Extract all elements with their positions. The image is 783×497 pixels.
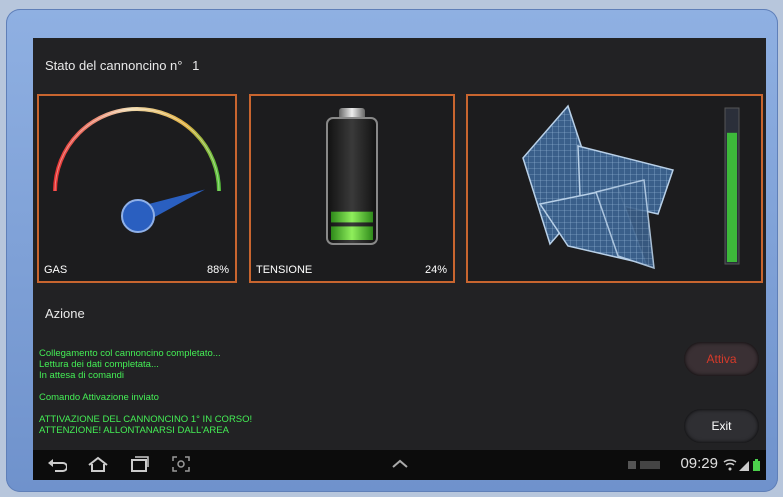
back-icon[interactable] [47, 455, 67, 473]
home-icon[interactable] [87, 455, 109, 473]
gas-value: 88% [206, 264, 229, 276]
chevron-up-icon[interactable] [390, 455, 410, 473]
section-title: Azione [45, 306, 85, 321]
status-icons [723, 459, 760, 471]
event-log: Collegamento col cannoncino completato..… [39, 348, 252, 436]
page-title: Stato del cannoncino n° 1 [45, 58, 199, 73]
solar-panels-icon [522, 104, 740, 270]
recent-apps-icon[interactable] [129, 455, 149, 473]
system-nav-bar: 09:29 [33, 450, 766, 480]
activate-button[interactable]: Attiva [684, 342, 759, 376]
wifi-icon [723, 459, 737, 471]
voltage-panel: TENSIONE 24% [249, 94, 455, 283]
log-line: Comando Attivazione inviato [39, 392, 159, 403]
log-line: ATTIVAZIONE DEL CANNONCINO 1° IN CORSO! [39, 414, 253, 425]
signal-level-bar [727, 132, 737, 262]
exit-button[interactable]: Exit [684, 409, 759, 443]
voltage-value: 24% [424, 264, 447, 276]
solar-panel [466, 94, 763, 283]
voltage-label: TENSIONE [256, 264, 313, 276]
title-text: Stato del cannoncino n° [45, 58, 183, 73]
battery-gauge-icon [326, 108, 378, 245]
log-line: Lettura dei dati completata... [39, 359, 159, 370]
signal-icon [739, 461, 749, 471]
app-screen: Stato del cannoncino n° 1 GAS 88% TENSIO… [33, 38, 766, 480]
clock: 09:29 [680, 455, 718, 472]
battery-fill-segment [331, 226, 373, 240]
log-line: Collegamento col cannoncino completato..… [39, 348, 221, 359]
log-line: ATTENZIONE! ALLONTANARSI DALL'AREA [39, 425, 229, 436]
log-line: In attesa di comandi [39, 370, 125, 381]
gas-panel: GAS 88% [37, 94, 237, 283]
cannon-number: 1 [192, 58, 200, 73]
battery-fill-segment [331, 211, 373, 223]
notification-icons [628, 461, 660, 469]
battery-icon [753, 459, 760, 471]
screenshot-icon[interactable] [171, 455, 191, 473]
gas-label: GAS [44, 264, 68, 276]
gas-gauge-icon [53, 107, 221, 233]
